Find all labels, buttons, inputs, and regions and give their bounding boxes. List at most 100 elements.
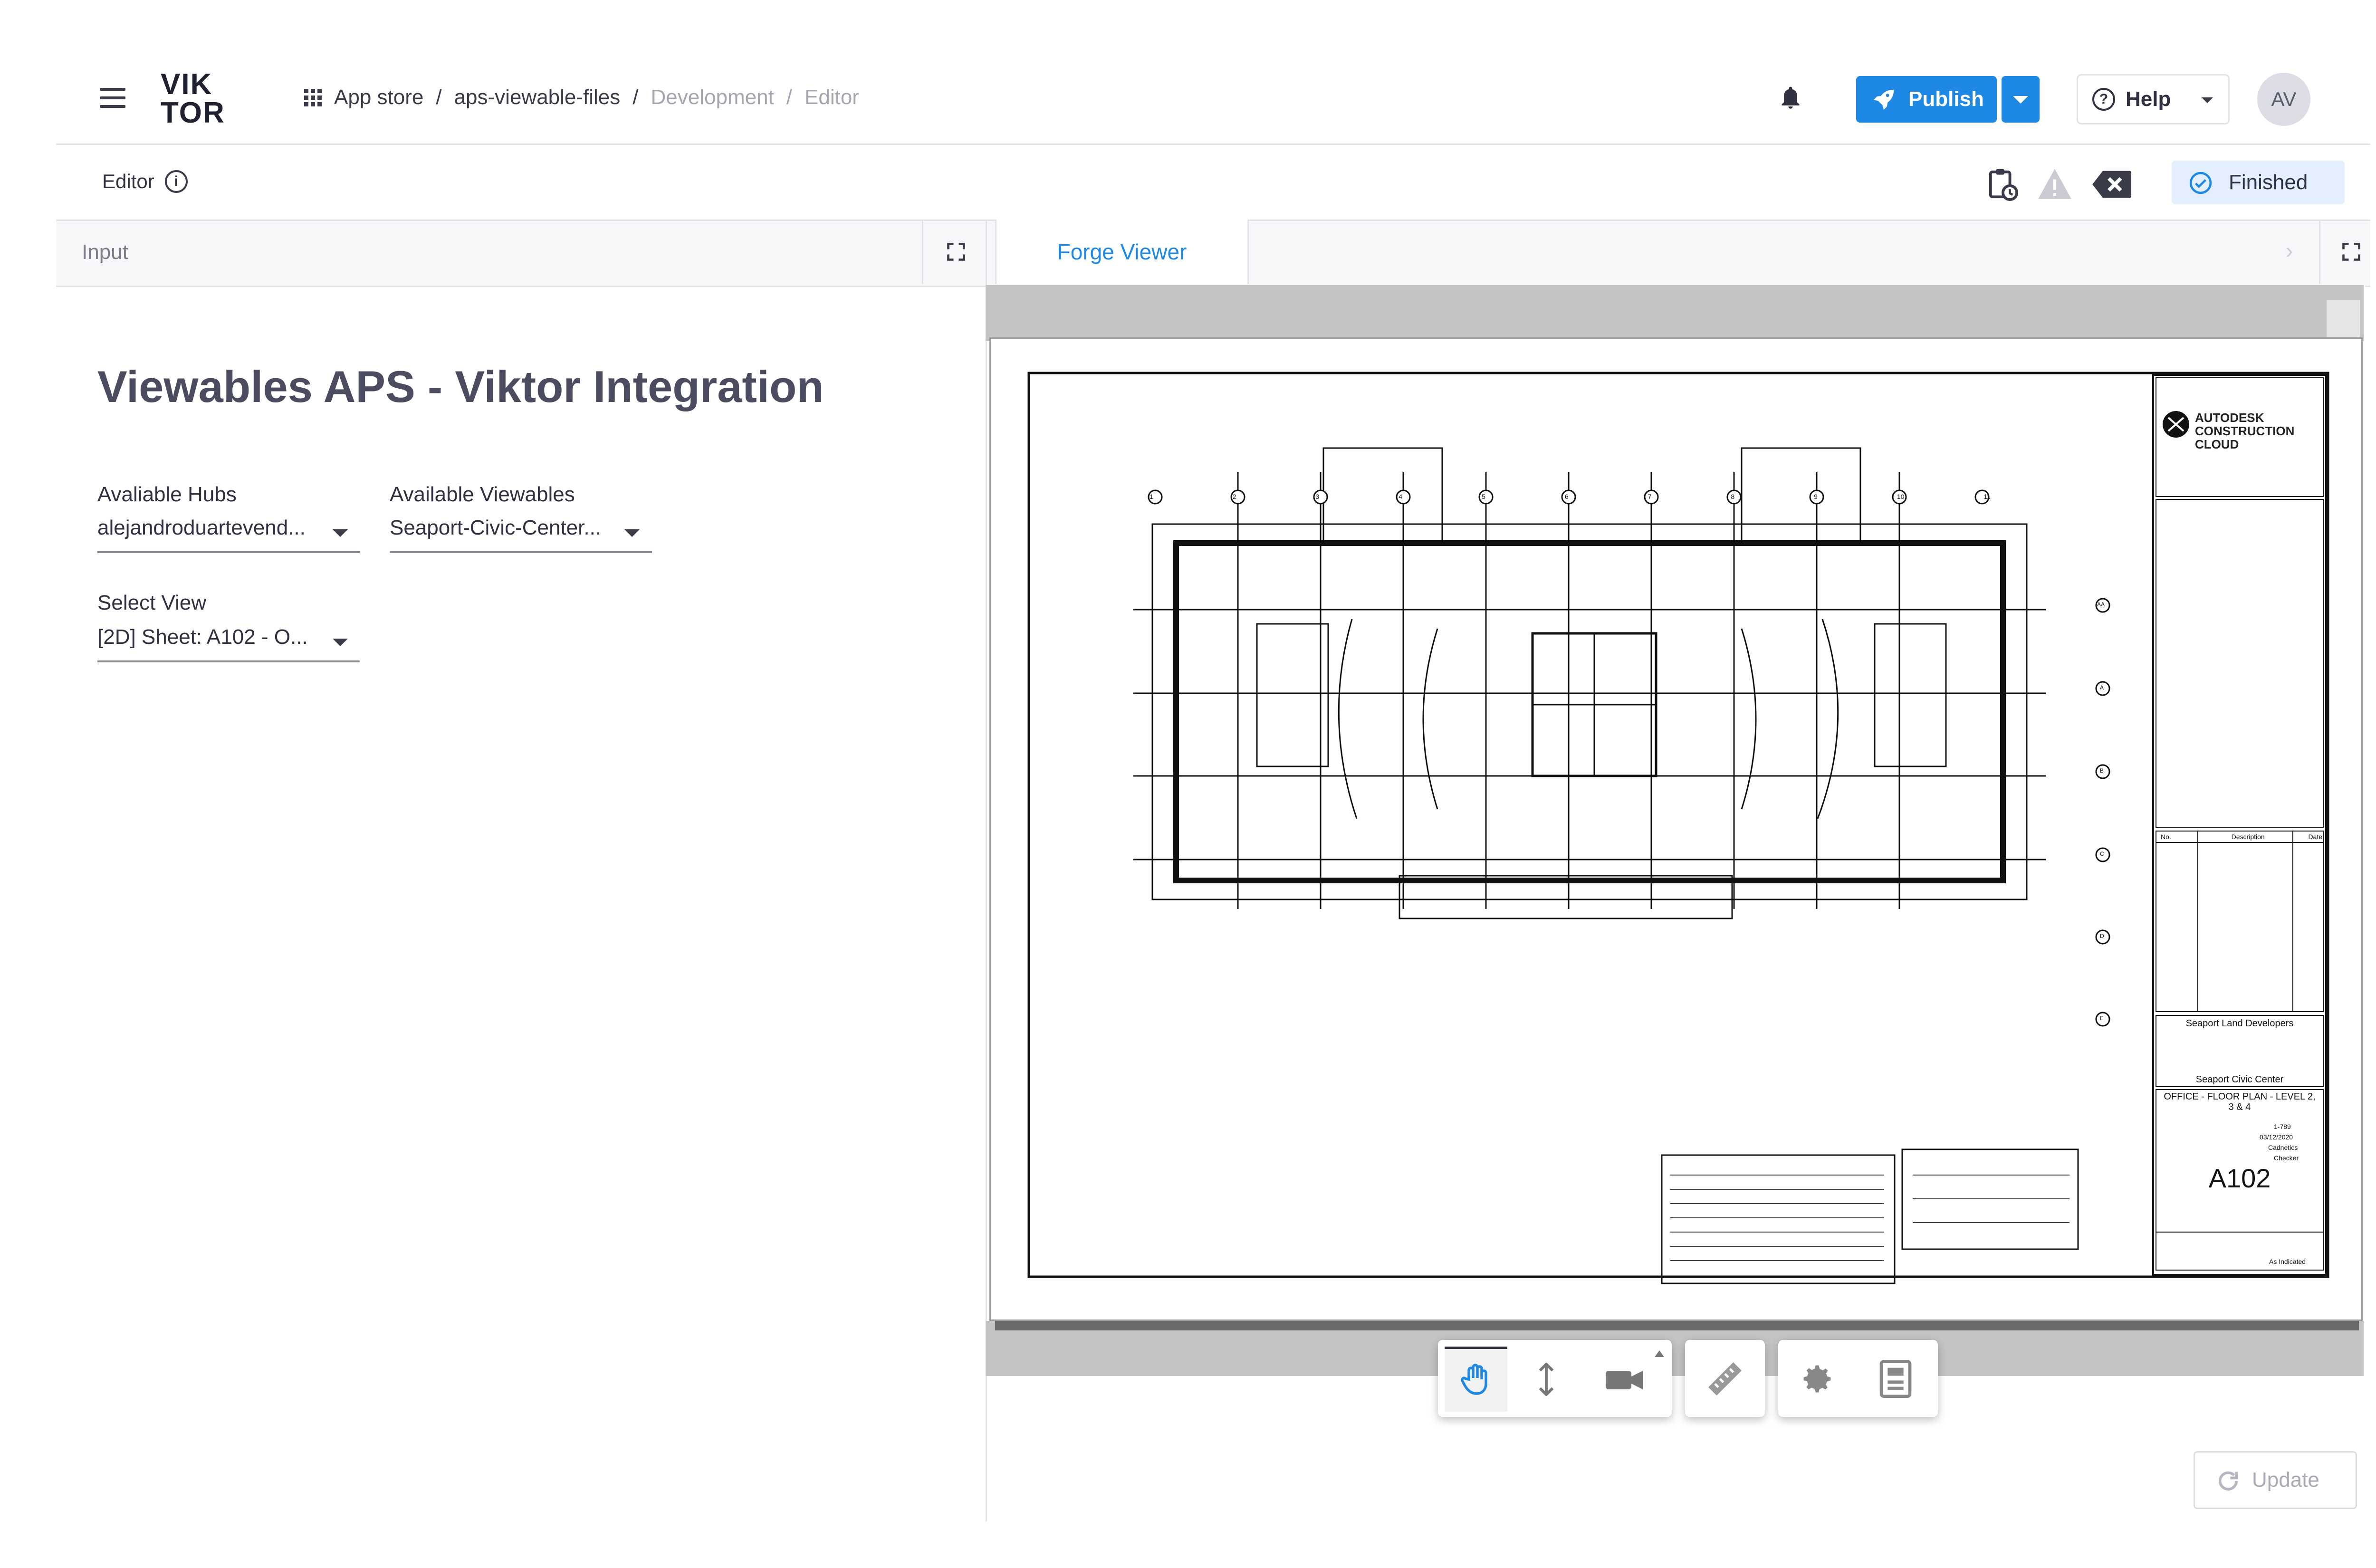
viktor-logo[interactable]: VIK TOR — [161, 68, 225, 128]
view-value: [2D] Sheet: A102 - O... — [97, 625, 308, 649]
help-circle-icon: ? — [2092, 88, 2115, 111]
tab-input[interactable]: Input — [82, 240, 128, 264]
viewer-top-margin — [986, 285, 2364, 341]
viewables-label: Available Viewables — [390, 483, 575, 506]
grid-label: A — [2100, 684, 2104, 691]
refresh-icon — [2218, 1471, 2238, 1491]
notifications-bell-icon[interactable] — [1777, 85, 1804, 113]
editor-label: Editor — [102, 170, 154, 192]
title-block-date: 03/12/2020 — [2260, 1133, 2293, 1141]
breadcrumb-app[interactable]: aps-viewable-files — [454, 86, 621, 109]
rev-header-no: No. — [2161, 833, 2171, 841]
rocket-icon — [1874, 90, 1894, 110]
title-block-drawn-by: Cadnetics — [2268, 1144, 2298, 1151]
page-title: Viewables APS - Viktor Integration — [97, 362, 824, 411]
chevron-down-icon[interactable] — [333, 639, 348, 646]
title-block-sheet-title: OFFICE - FLOOR PLAN - LEVEL 2, 3 & 4 — [2164, 1091, 2316, 1112]
settings-icon[interactable] — [1799, 1361, 1835, 1397]
breadcrumb-separator: / — [436, 86, 442, 109]
viewables-select[interactable]: Seaport-Civic-Center... — [390, 516, 652, 553]
hubs-select[interactable]: alejandroduartevend... — [97, 516, 360, 553]
panel-divider — [922, 220, 923, 284]
breadcrumb-app-store[interactable]: App store — [334, 86, 423, 109]
apps-grid-icon[interactable] — [304, 88, 322, 106]
publish-label: Publish — [1908, 87, 1984, 111]
brand-line-3: CLOUD — [2195, 437, 2239, 451]
chevron-down-icon — [2013, 96, 2028, 104]
help-button[interactable]: ? Help — [2077, 74, 2230, 124]
grid-label: 7 — [1648, 493, 1652, 500]
check-circle-icon — [2189, 172, 2212, 194]
rev-header-description: Description — [2231, 833, 2265, 841]
title-block-project: Seaport Civic Center — [2195, 1074, 2284, 1085]
viewables-value: Seaport-Civic-Center... — [390, 516, 602, 539]
drawing-sheet[interactable]: AUTODESK CONSTRUCTION CLOUD No. Descript… — [989, 337, 2363, 1321]
chevron-down-icon[interactable] — [624, 529, 640, 537]
breadcrumb-workspace[interactable]: Development — [651, 86, 774, 109]
breadcrumb-editor: Editor — [805, 86, 859, 109]
grid-label: E — [2100, 1015, 2104, 1022]
breadcrumb-separator: / — [786, 86, 793, 109]
grid-label: 6 — [1564, 493, 1569, 500]
brand-line-1: AUTODESK — [2195, 411, 2264, 425]
properties-icon[interactable] — [1879, 1360, 1912, 1398]
status-badge: Finished — [2172, 161, 2345, 204]
grid-label: C — [2100, 851, 2104, 857]
navigation-toolbar — [1438, 1340, 1672, 1417]
chevron-down-icon — [2202, 97, 2213, 103]
grid-label: 8 — [1731, 493, 1735, 500]
title-block-project-number: 1-789 — [2274, 1123, 2291, 1130]
grid-label: 9 — [1814, 493, 1818, 500]
publish-options-button[interactable] — [2002, 76, 2040, 123]
zoom-icon[interactable] — [1531, 1363, 1562, 1396]
grid-label: 3 — [1315, 493, 1320, 500]
update-button[interactable]: Update — [2194, 1451, 2357, 1509]
clear-errors-icon[interactable] — [2091, 169, 2133, 200]
grid-label: 1 — [1150, 493, 1153, 500]
help-label: Help — [2126, 87, 2171, 111]
hubs-label: Avaliable Hubs — [97, 483, 237, 506]
grid-label: 11 — [1983, 493, 1991, 500]
grid-label: 2 — [1232, 493, 1236, 500]
expand-icon[interactable] — [2341, 241, 2362, 262]
grid-label: B — [2100, 767, 2104, 774]
measure-toolbar — [1685, 1340, 1765, 1417]
logo-line-1: VIK — [161, 68, 213, 101]
caret-up-icon[interactable] — [1655, 1350, 1664, 1357]
pan-tool-button[interactable] — [1445, 1347, 1507, 1412]
grid-label: AA — [2097, 601, 2105, 608]
title-block-scale: As Indicated — [2269, 1258, 2306, 1265]
update-label: Update — [2252, 1468, 2319, 1492]
publish-button[interactable]: Publish — [1856, 76, 1997, 123]
grid-label: D — [2100, 933, 2104, 939]
chevron-down-icon[interactable] — [333, 529, 348, 537]
status-label: Finished — [2229, 171, 2308, 194]
title-block-brand: AUTODESK CONSTRUCTION CLOUD — [2195, 411, 2294, 451]
chevron-right-icon[interactable]: › — [2286, 238, 2293, 263]
grid-label: 4 — [1399, 493, 1403, 500]
pan-icon — [1461, 1364, 1487, 1395]
revision-table-header: No. Description Date — [2161, 833, 2322, 841]
avatar[interactable]: AV — [2257, 73, 2310, 126]
title-block-checked-by: Checker — [2274, 1154, 2299, 1162]
breadcrumb: App store / aps-viewable-files / Develop… — [304, 86, 859, 109]
warning-icon[interactable] — [2037, 167, 2073, 201]
expand-icon[interactable] — [946, 241, 967, 262]
grid-numbers: 1 2 3 4 5 6 7 8 9 10 11 — [1150, 493, 1991, 500]
title-block-sheet-number: A102 — [2208, 1163, 2271, 1193]
grid-label: 10 — [1897, 493, 1905, 500]
view-select[interactable]: [2D] Sheet: A102 - O... — [97, 625, 360, 662]
clipboard-clock-icon[interactable] — [1986, 166, 2020, 202]
menu-icon[interactable] — [100, 88, 125, 108]
floor-plan-drawing — [1027, 372, 2329, 1284]
tab-forge-viewer-label: Forge Viewer — [1057, 239, 1187, 264]
info-icon[interactable]: i — [164, 170, 188, 193]
camera-icon[interactable] — [1604, 1365, 1647, 1394]
tab-forge-viewer[interactable]: Forge Viewer — [995, 220, 1249, 284]
brand-line-2: CONSTRUCTION — [2195, 424, 2295, 438]
title-block-client: Seaport Land Developers — [2185, 1018, 2294, 1029]
measure-icon[interactable] — [1704, 1359, 1746, 1399]
settings-toolbar — [1778, 1340, 1938, 1417]
viewer-scroll-handle[interactable] — [2327, 300, 2360, 337]
editor-title: Editor i — [102, 170, 188, 193]
